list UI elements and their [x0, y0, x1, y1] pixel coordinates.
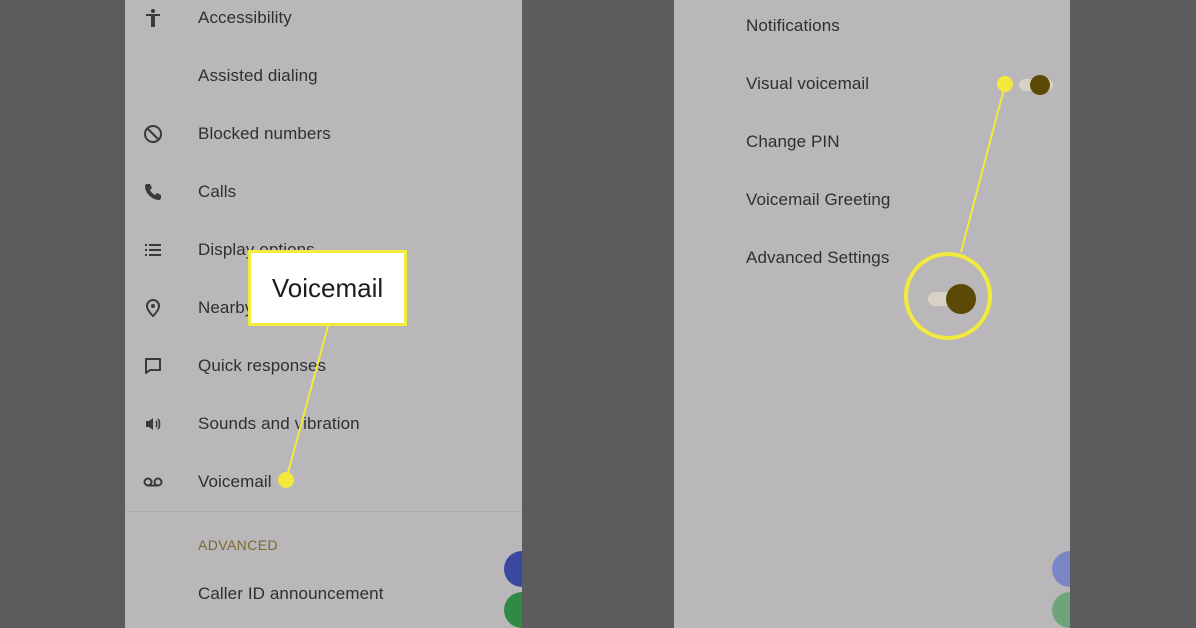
voicemail-item-advanced-settings[interactable]: Advanced Settings	[746, 248, 889, 268]
settings-item-quick-responses[interactable]: Quick responses	[125, 337, 522, 395]
settings-item-label: Assisted dialing	[198, 66, 318, 85]
settings-item-blocked-numbers[interactable]: Blocked numbers	[125, 105, 522, 163]
voicemail-callout: Voicemail	[248, 250, 407, 326]
settings-item-label: Blocked numbers	[198, 124, 331, 143]
fab-blue-button[interactable]	[1052, 551, 1070, 587]
settings-item-voicemail[interactable]: Voicemail	[125, 453, 522, 511]
section-divider	[125, 511, 522, 512]
location-pin-icon	[142, 297, 164, 319]
advanced-section-header: ADVANCED	[198, 537, 278, 553]
settings-item-caller-id-announcement[interactable]: Caller ID announcement	[125, 565, 522, 623]
voicemail-icon	[142, 471, 164, 493]
settings-item-sounds-and-vibration[interactable]: Sounds and vibration	[125, 395, 522, 453]
voicemail-settings-panel: Notifications Visual voicemail Change PI…	[674, 0, 1070, 628]
fab-green-button[interactable]	[1052, 592, 1070, 628]
phone-icon	[142, 181, 164, 203]
callout-dot-toggle	[997, 76, 1013, 92]
settings-item-accessibility[interactable]: Accessibility	[125, 0, 522, 47]
speaker-icon	[142, 413, 164, 435]
block-icon	[142, 123, 164, 145]
accessibility-icon	[142, 7, 164, 29]
settings-item-label: Accessibility	[198, 8, 292, 27]
voicemail-item-voicemail-greeting[interactable]: Voicemail Greeting	[746, 190, 890, 210]
voicemail-item-change-pin[interactable]: Change PIN	[746, 132, 840, 152]
toggle-thumb	[946, 284, 976, 314]
toggle-zoom-highlight	[904, 252, 992, 340]
toggle-thumb	[1030, 75, 1050, 95]
settings-item-label: Calls	[198, 182, 237, 201]
list-icon	[142, 239, 164, 261]
message-icon	[142, 355, 164, 377]
settings-item-label: Sounds and vibration	[198, 414, 360, 433]
settings-item-calls[interactable]: Calls	[125, 163, 522, 221]
settings-item-assisted-dialing[interactable]: Assisted dialing	[125, 47, 522, 105]
voicemail-item-notifications[interactable]: Notifications	[746, 16, 840, 36]
voicemail-item-visual-voicemail[interactable]: Visual voicemail	[746, 74, 869, 94]
settings-item-label: Caller ID announcement	[198, 584, 384, 603]
callout-dot-voicemail	[278, 472, 294, 488]
settings-item-label: Voicemail	[198, 472, 272, 491]
settings-item-label: Quick responses	[198, 356, 327, 375]
